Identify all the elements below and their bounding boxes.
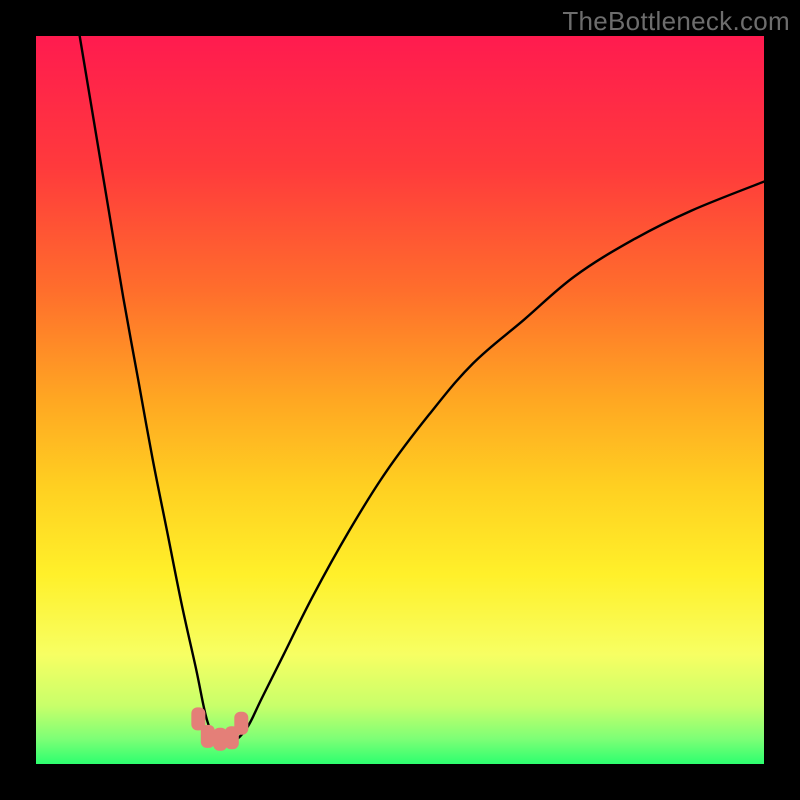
mismatch-curve [80,36,764,745]
chart-frame: TheBottleneck.com [0,0,800,800]
watermark-text: TheBottleneck.com [562,6,790,37]
curve-marker [201,725,215,748]
curve-marker [234,712,248,735]
curve-layer [36,36,764,764]
plot-area [36,36,764,764]
